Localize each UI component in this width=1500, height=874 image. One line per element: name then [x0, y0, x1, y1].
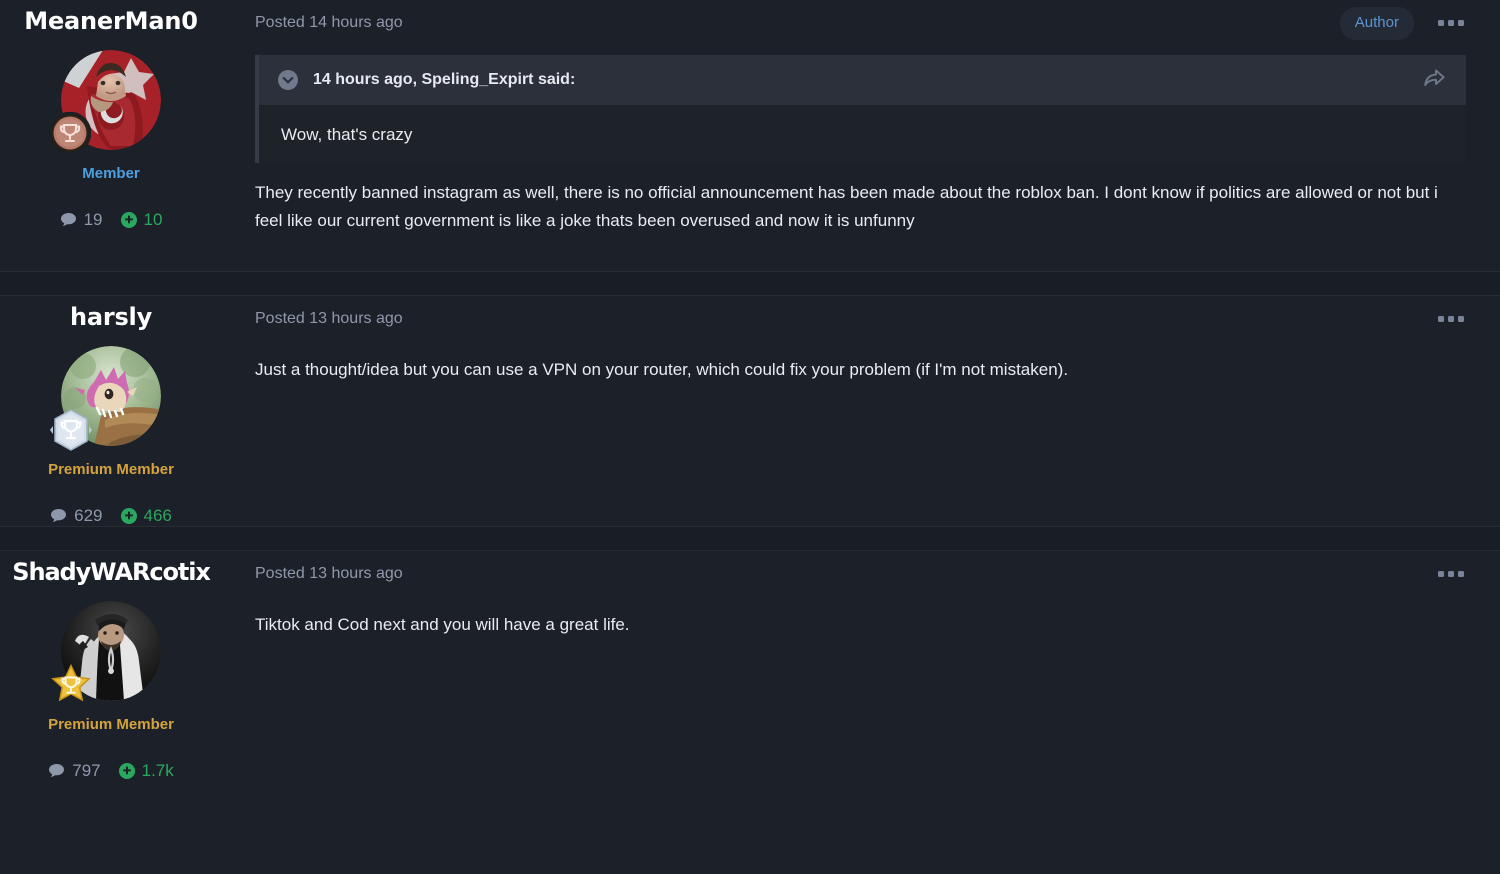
post-harsly: harsly Premium Member 629 466 Posted 13 … [0, 296, 1500, 526]
comments-count: 19 [83, 210, 103, 229]
ellipsis-menu-icon[interactable] [1436, 310, 1466, 328]
comments-count: 629 [74, 506, 103, 525]
bronze-trophy-badge-icon [49, 112, 91, 154]
reputation-plus-icon [120, 508, 137, 524]
post-header: Posted 14 hours ago Author [222, 0, 1468, 40]
stat-comments[interactable]: 629 [50, 506, 103, 526]
post-separator [0, 271, 1500, 296]
comment-bubble-icon [60, 212, 77, 228]
post-timestamp[interactable]: Posted 14 hours ago [255, 13, 403, 33]
blockquote-citation[interactable]: 14 hours ago, Speling_Expirt said: [277, 69, 575, 91]
reputation-count: 466 [143, 506, 172, 525]
user-rank-label: Premium Member [48, 716, 174, 733]
username-link[interactable]: ShadyWARcotix [0, 557, 222, 587]
author-badge: Author [1339, 6, 1414, 40]
chevron-down-circle-icon[interactable] [277, 69, 299, 91]
post-user-column: ShadyWARcotix Premium Member 797 1.7k [0, 551, 222, 781]
user-stats: 19 10 [0, 210, 222, 230]
stat-comments[interactable]: 797 [48, 761, 101, 781]
user-stats: 629 466 [0, 506, 222, 526]
avatar-wrapper[interactable] [51, 601, 161, 702]
username-link[interactable]: harsly [0, 302, 222, 332]
stat-reputation[interactable]: 1.7k [118, 761, 174, 781]
post-header-actions [1436, 565, 1468, 583]
avatar-wrapper[interactable] [49, 50, 161, 154]
reputation-count: 1.7k [141, 761, 174, 780]
post-content-column: Posted 13 hours ago Tiktok and Cod next … [222, 551, 1500, 781]
post-user-column: MeanerMan0 Member 19 10 [0, 0, 222, 271]
reply-arrow-icon[interactable] [1422, 66, 1448, 95]
post-timestamp[interactable]: Posted 13 hours ago [255, 564, 403, 584]
reputation-count: 10 [143, 210, 163, 229]
post-bottom-spacer [222, 639, 1468, 675]
post-header: Posted 13 hours ago [222, 296, 1468, 336]
post-shadywarcotix: ShadyWARcotix Premium Member 797 1.7k Po… [0, 551, 1500, 781]
reputation-plus-icon [120, 212, 137, 228]
ellipsis-menu-icon[interactable] [1436, 14, 1466, 32]
post-content-column: Posted 14 hours ago Author 14 hours ago,… [222, 0, 1500, 271]
post-bottom-spacer [222, 384, 1468, 420]
user-rank-label: Premium Member [48, 461, 174, 478]
post-meanerman0: MeanerMan0 Member 19 10 Posted 14 hours … [0, 0, 1500, 271]
user-stats: 797 1.7k [0, 761, 222, 781]
blockquote-citation-text: 14 hours ago, Speling_Expirt said: [313, 71, 576, 88]
post-content-column: Posted 13 hours ago Just a thought/idea … [222, 296, 1500, 526]
blockquote-text: Wow, that's crazy [281, 125, 413, 144]
post-user-column: harsly Premium Member 629 466 [0, 296, 222, 526]
avatar-wrapper[interactable] [50, 346, 161, 451]
reputation-plus-icon [118, 763, 135, 779]
post-bottom-spacer [222, 235, 1468, 271]
ellipsis-menu-icon[interactable] [1436, 565, 1466, 583]
username-link[interactable]: MeanerMan0 [0, 6, 222, 36]
comment-bubble-icon [50, 508, 67, 524]
stat-reputation[interactable]: 10 [120, 210, 163, 230]
blockquote-header: 14 hours ago, Speling_Expirt said: [259, 55, 1466, 105]
user-rank-label: Member [82, 165, 140, 182]
post-body-text: Just a thought/idea but you can use a VP… [255, 360, 1069, 379]
forum-thread-page: MeanerMan0 Member 19 10 Posted 14 hours … [0, 0, 1500, 874]
post-header-actions [1436, 310, 1468, 328]
stat-reputation[interactable]: 466 [120, 506, 172, 526]
stat-comments[interactable]: 19 [60, 210, 103, 230]
post-separator [0, 526, 1500, 551]
post-body-text: They recently banned instagram as well, … [255, 183, 1438, 230]
comment-bubble-icon [48, 763, 65, 779]
gold-star-trophy-badge-icon [49, 663, 91, 705]
comments-count: 797 [72, 761, 101, 780]
post-header: Posted 13 hours ago [222, 551, 1468, 591]
post-timestamp[interactable]: Posted 13 hours ago [255, 309, 403, 329]
post-body-text: Tiktok and Cod next and you will have a … [255, 615, 630, 634]
silver-hex-trophy-badge-icon [49, 408, 92, 451]
blockquote: 14 hours ago, Speling_Expirt said: Wow, … [255, 55, 1466, 163]
post-header-actions: Author [1339, 6, 1468, 40]
